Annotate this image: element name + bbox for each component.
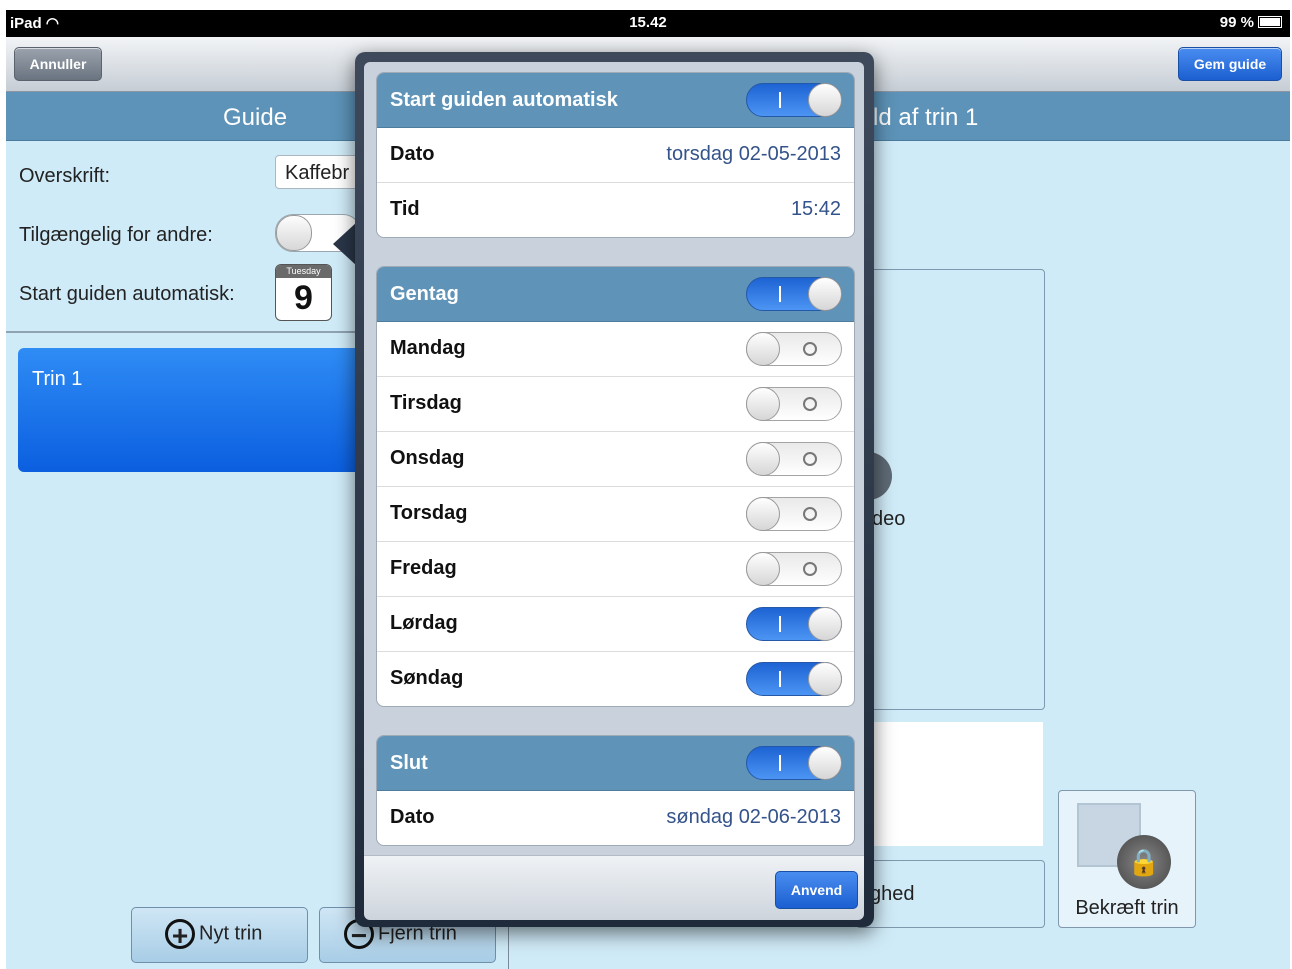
apply-button[interactable]: Anvend xyxy=(775,871,858,909)
toggle-knob xyxy=(746,442,780,476)
calendar-icon[interactable]: Tuesday 9 xyxy=(275,264,332,321)
autostart-label: Start guiden automatisk: xyxy=(19,283,235,305)
day-label: Fredag xyxy=(390,557,457,579)
heading-label: Overskrift: xyxy=(19,165,111,187)
input-label-partial: ghed xyxy=(870,883,915,905)
toggle-knob xyxy=(808,607,842,641)
status-bar: iPad ◠ 15.42 99 % xyxy=(6,10,1290,37)
thursday-toggle[interactable] xyxy=(746,497,842,531)
toggle-mark xyxy=(803,507,817,521)
end-header: Slut xyxy=(377,736,854,791)
wednesday-toggle[interactable] xyxy=(746,442,842,476)
battery-icon xyxy=(1258,16,1282,28)
toggle-mark xyxy=(779,92,781,108)
status-time: 15.42 xyxy=(629,14,667,31)
day-row-friday: Fredag xyxy=(377,542,854,597)
end-date-value: søndag 02-06-2013 xyxy=(666,806,841,828)
toggle-knob xyxy=(808,746,842,780)
cancel-button[interactable]: Annuller xyxy=(14,47,102,81)
new-step-label: Nyt trin xyxy=(199,922,263,945)
monday-toggle[interactable] xyxy=(746,332,842,366)
day-label: Torsdag xyxy=(390,502,468,524)
calendar-date: 9 xyxy=(294,279,313,317)
start-header: Start guiden automatisk xyxy=(377,73,854,128)
toggle-mark xyxy=(803,342,817,356)
toggle-knob xyxy=(746,387,780,421)
toggle-mark xyxy=(779,755,781,771)
repeat-group: Gentag Mandag Tirsdag Onsdag Torsdag Fre… xyxy=(376,266,855,707)
plus-circle-icon: + xyxy=(165,919,195,950)
repeat-title: Gentag xyxy=(390,283,459,305)
end-group: Slut Dato søndag 02-06-2013 xyxy=(376,735,855,846)
toggle-mark xyxy=(803,452,817,466)
heading-input[interactable]: Kaffebr xyxy=(275,155,365,189)
day-label: Tirsdag xyxy=(390,392,462,414)
text-area[interactable] xyxy=(856,722,1043,846)
tuesday-toggle[interactable] xyxy=(746,387,842,421)
toggle-knob xyxy=(808,277,842,311)
day-row-saturday: Lørdag xyxy=(377,597,854,652)
toggle-knob xyxy=(276,215,312,251)
popover-arrow xyxy=(333,222,357,266)
toggle-mark xyxy=(779,616,781,632)
save-guide-button[interactable]: Gem guide xyxy=(1178,47,1282,81)
video-label-partial: deo xyxy=(872,508,906,530)
repeat-toggle[interactable] xyxy=(746,277,842,311)
toggle-mark xyxy=(779,286,781,302)
start-group: Start guiden automatisk Dato torsdag 02-… xyxy=(376,72,855,238)
start-time-value: 15:42 xyxy=(790,198,841,220)
calendar-day: Tuesday xyxy=(276,265,331,278)
day-label: Lørdag xyxy=(390,612,458,634)
end-date-row[interactable]: Dato søndag 02-06-2013 xyxy=(377,791,854,845)
toggle-mark xyxy=(779,671,781,687)
end-date-label: Dato xyxy=(390,806,435,828)
start-time-label: Tid xyxy=(390,198,420,220)
toggle-knob xyxy=(746,552,780,586)
step-label: Trin 1 xyxy=(32,368,83,390)
day-label: Onsdag xyxy=(390,447,465,469)
end-title: Slut xyxy=(390,752,428,774)
start-time-row[interactable]: Tid 15:42 xyxy=(377,183,854,237)
toggle-mark xyxy=(803,397,817,411)
guide-title: Guide xyxy=(223,104,288,131)
new-step-button[interactable]: + Nyt trin xyxy=(131,907,308,963)
sunday-toggle[interactable] xyxy=(746,662,842,696)
repeat-header: Gentag xyxy=(377,267,854,322)
toggle-knob xyxy=(808,83,842,117)
step-title-partial: ld af trin 1 xyxy=(873,104,979,131)
start-date-label: Dato xyxy=(390,143,435,165)
start-date-value: torsdag 02-05-2013 xyxy=(666,143,841,165)
friday-toggle[interactable] xyxy=(746,552,842,586)
end-toggle[interactable] xyxy=(746,746,842,780)
share-label: Tilgængelig for andre: xyxy=(19,224,213,246)
battery-status: 99 % xyxy=(1220,14,1282,31)
day-row-sunday: Søndag xyxy=(377,652,854,706)
start-toggle[interactable] xyxy=(746,83,842,117)
lock-icon: 🔒 xyxy=(1117,835,1171,889)
confirm-step-button[interactable]: 🔒 Bekræft trin xyxy=(1058,790,1196,928)
day-row-tuesday: Tirsdag xyxy=(377,377,854,432)
day-row-monday: Mandag xyxy=(377,322,854,377)
toggle-mark xyxy=(803,562,817,576)
day-row-thursday: Torsdag xyxy=(377,487,854,542)
start-title: Start guiden automatisk xyxy=(390,89,618,111)
confirm-step-label: Bekræft trin xyxy=(1075,897,1179,919)
toggle-knob xyxy=(746,497,780,531)
start-date-row[interactable]: Dato torsdag 02-05-2013 xyxy=(377,128,854,183)
day-label: Søndag xyxy=(390,667,464,689)
saturday-toggle[interactable] xyxy=(746,607,842,641)
toggle-knob xyxy=(746,332,780,366)
day-row-wednesday: Onsdag xyxy=(377,432,854,487)
day-label: Mandag xyxy=(390,337,466,359)
toggle-knob xyxy=(808,662,842,696)
